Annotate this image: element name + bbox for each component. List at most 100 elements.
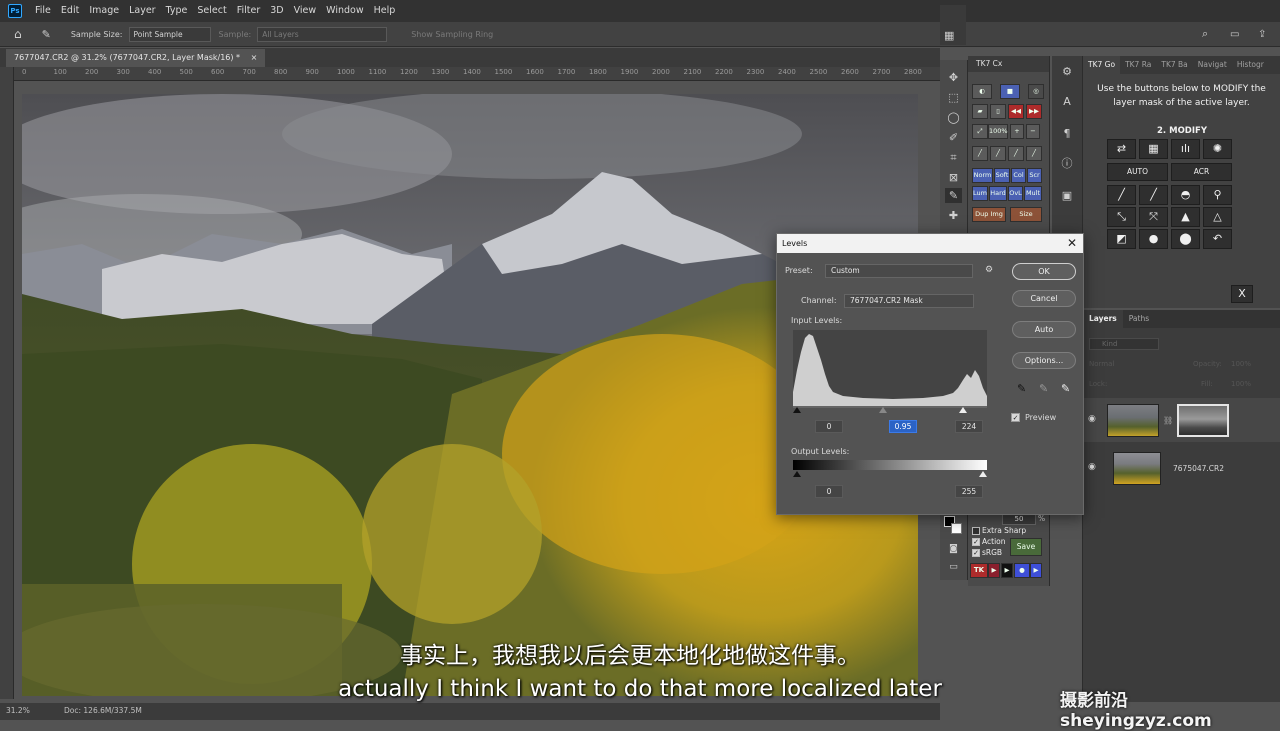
contract-icon[interactable]: ⤧ bbox=[1139, 207, 1168, 227]
horizontal-ruler[interactable]: 0 100 200 300 400 500 600 700 800 900 1000 1100 1200… bbox=[14, 67, 940, 81]
layer-row-masked[interactable]: ◉ ⛓ bbox=[1083, 398, 1280, 442]
lasso-tool-icon[interactable]: ◯ bbox=[945, 110, 962, 125]
zoom-100-button[interactable]: 100% bbox=[988, 124, 1008, 139]
white-brush-icon[interactable]: ╱ bbox=[1139, 185, 1168, 205]
zoom-out-icon[interactable]: − bbox=[1026, 124, 1040, 139]
fit-screen-icon[interactable]: ⤢ bbox=[972, 124, 988, 139]
opacity-value[interactable]: 100% bbox=[1231, 360, 1251, 368]
black-eyedropper-icon[interactable]: ✎ bbox=[1017, 382, 1026, 395]
close-panel-button[interactable]: X bbox=[1231, 285, 1253, 303]
arrow-up-black-icon[interactable]: ▲ bbox=[1171, 207, 1200, 227]
close-tab-icon[interactable]: × bbox=[251, 53, 258, 62]
properties-icon[interactable]: ⚙ bbox=[1059, 64, 1075, 80]
close-dialog-icon[interactable]: ✕ bbox=[1067, 234, 1077, 253]
undo-icon[interactable]: ↶ bbox=[1203, 229, 1232, 249]
tab-layers[interactable]: Layers bbox=[1083, 310, 1123, 328]
layer-thumbnail[interactable] bbox=[1107, 404, 1159, 437]
visibility-eye-icon[interactable]: ◉ bbox=[1088, 414, 1096, 424]
zoom-in-icon[interactable]: + bbox=[1010, 124, 1024, 139]
open-folder-icon[interactable]: ▰ bbox=[972, 104, 988, 119]
magnify-icon[interactable]: ⚲ bbox=[1203, 185, 1232, 205]
character-icon[interactable]: A bbox=[1059, 94, 1075, 110]
blend-hard-button[interactable]: Hard bbox=[989, 186, 1007, 201]
save-button[interactable]: Save bbox=[1010, 538, 1042, 556]
white-eyedropper-icon[interactable]: ✎ bbox=[1061, 382, 1070, 395]
auto-button[interactable]: Auto bbox=[1012, 321, 1076, 338]
ok-button[interactable]: OK bbox=[1012, 263, 1076, 280]
paragraph-icon[interactable]: ¶ bbox=[1059, 126, 1075, 142]
workspace-icon[interactable]: ▭ bbox=[1230, 29, 1239, 40]
show-sampling-ring-checkbox[interactable]: Show Sampling Ring bbox=[411, 30, 493, 39]
marquee-tool-icon[interactable]: ⬚ bbox=[945, 90, 962, 105]
screen-mode-icon[interactable]: ▭ bbox=[945, 560, 962, 575]
size-button[interactable]: Size bbox=[1010, 207, 1042, 222]
play-blue-icon[interactable]: ▶ bbox=[1030, 563, 1042, 578]
menu-window[interactable]: Window bbox=[321, 0, 368, 22]
user-icon[interactable]: ● bbox=[1014, 563, 1030, 578]
circle-icon[interactable]: ⬤ bbox=[1171, 229, 1200, 249]
tk-button[interactable]: TK bbox=[970, 563, 988, 578]
options-button[interactable]: Options... bbox=[1012, 352, 1076, 369]
brush-white-icon[interactable]: ╱ bbox=[990, 146, 1006, 161]
quick-mask-icon[interactable]: ◙ bbox=[945, 542, 962, 557]
auto-button[interactable]: AUTO bbox=[1107, 163, 1168, 181]
tab-paths[interactable]: Paths bbox=[1123, 310, 1155, 328]
percent-field[interactable]: 50 bbox=[1002, 514, 1036, 525]
channel-dropdown[interactable]: 7677047.CR2 Mask bbox=[844, 294, 974, 308]
brush-green-icon[interactable]: ╱ bbox=[1008, 146, 1024, 161]
output-black-field[interactable]: 0 bbox=[815, 485, 843, 498]
blend-soft-button[interactable]: Soft bbox=[994, 168, 1010, 183]
collapse-toolbar-icon[interactable]: ▦ bbox=[944, 29, 954, 42]
output-white-field[interactable]: 255 bbox=[955, 485, 983, 498]
srgb-checkbox[interactable]: ✓ bbox=[972, 549, 980, 557]
menu-image[interactable]: Image bbox=[84, 0, 124, 22]
healing-brush-icon[interactable]: ✚ bbox=[945, 208, 962, 223]
layer-mask-thumbnail[interactable] bbox=[1177, 404, 1229, 437]
cancel-button[interactable]: Cancel bbox=[1012, 290, 1076, 307]
layer-thumbnail[interactable] bbox=[1113, 452, 1161, 485]
layer-row-background[interactable]: ◉ 7675047.CR2 bbox=[1083, 446, 1280, 490]
rewind-icon[interactable]: ◀◀ bbox=[1008, 104, 1024, 119]
input-black-field[interactable]: 0 bbox=[815, 420, 843, 433]
blend-norm-button[interactable]: Norm bbox=[972, 168, 993, 183]
fill-value[interactable]: 100% bbox=[1231, 380, 1251, 388]
menu-help[interactable]: Help bbox=[369, 0, 401, 22]
menu-filter[interactable]: Filter bbox=[232, 0, 266, 22]
menu-file[interactable]: File bbox=[30, 0, 56, 22]
preset-dropdown[interactable]: Custom bbox=[825, 264, 973, 278]
frame-tool-icon[interactable]: ⊠ bbox=[945, 170, 962, 185]
brush-black-icon[interactable]: ╱ bbox=[972, 146, 988, 161]
eyedropper-tool-icon[interactable]: ✎ bbox=[945, 188, 962, 203]
chain-link-icon[interactable]: ⛓ bbox=[1163, 416, 1173, 425]
share-icon[interactable]: ⇪ bbox=[1258, 29, 1266, 40]
eyedropper-tool-icon[interactable]: ✎ bbox=[42, 28, 51, 41]
menu-select[interactable]: Select bbox=[192, 0, 231, 22]
acr-button[interactable]: ACR bbox=[1171, 163, 1232, 181]
exposure-icon[interactable]: ✺ bbox=[1203, 139, 1232, 159]
blend-scr-button[interactable]: Scr bbox=[1027, 168, 1042, 183]
mask-icon[interactable]: ◐ bbox=[972, 84, 992, 99]
home-icon[interactable]: ⌂ bbox=[14, 27, 22, 41]
gray-eyedropper-icon[interactable]: ✎ bbox=[1039, 382, 1048, 395]
preset-options-gear-icon[interactable]: ⚙ bbox=[985, 265, 993, 275]
blend-lum-button[interactable]: Lum bbox=[972, 186, 988, 201]
swap-icon[interactable]: ⇄ bbox=[1107, 139, 1136, 159]
play-red-icon[interactable]: ▶ bbox=[988, 563, 1000, 578]
input-slider-track[interactable] bbox=[793, 406, 987, 414]
dup-img-button[interactable]: Dup Img bbox=[972, 207, 1006, 222]
photoshop-logo-icon[interactable]: Ps bbox=[8, 4, 22, 18]
output-slider-track[interactable] bbox=[793, 470, 987, 478]
preview-checkbox[interactable]: ✓ bbox=[1011, 413, 1020, 422]
visibility-eye-icon[interactable]: ◉ bbox=[1088, 462, 1096, 472]
forward-icon[interactable]: ▶▶ bbox=[1026, 104, 1042, 119]
extra-sharp-checkbox[interactable] bbox=[972, 527, 980, 535]
tab-navigator[interactable]: Navigat bbox=[1193, 56, 1232, 74]
brush-gray-icon[interactable]: ╱ bbox=[1026, 146, 1042, 161]
input-gamma-field[interactable]: 0.95 bbox=[889, 420, 917, 433]
expand-icon[interactable]: ⤡ bbox=[1107, 207, 1136, 227]
tab-tk7-ra[interactable]: TK7 Ra bbox=[1120, 56, 1156, 74]
menu-type[interactable]: Type bbox=[161, 0, 193, 22]
arrow-up-white-icon[interactable]: △ bbox=[1203, 207, 1232, 227]
color-icon[interactable]: ■ bbox=[1000, 84, 1020, 99]
sample-dropdown[interactable]: All Layers bbox=[257, 26, 388, 42]
